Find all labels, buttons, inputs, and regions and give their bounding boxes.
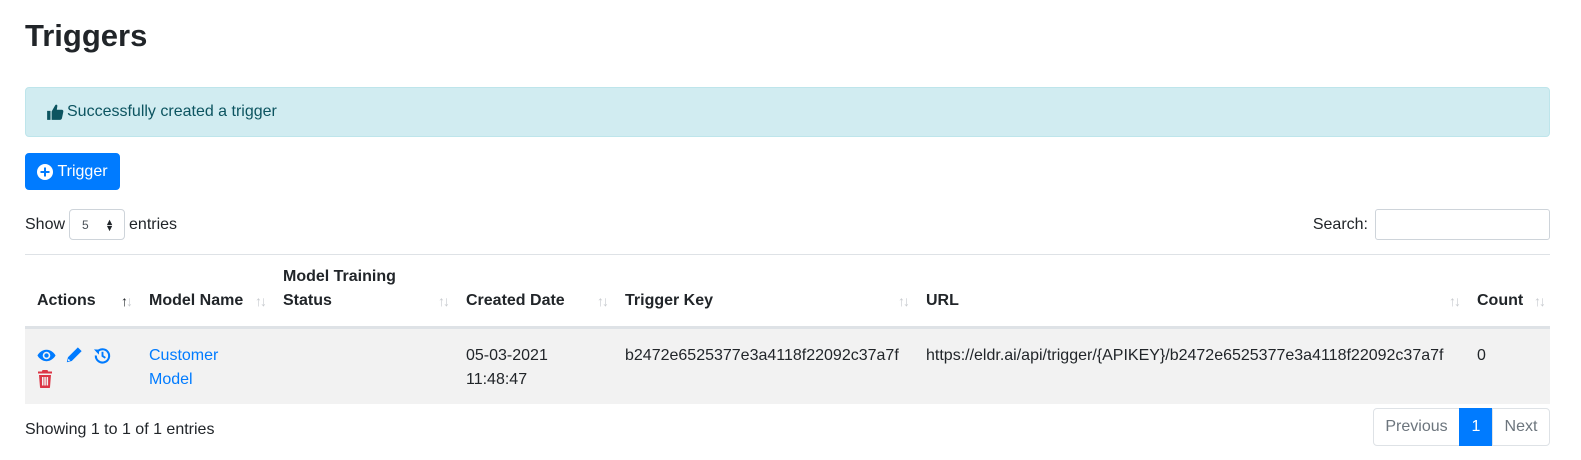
pagination-previous-button[interactable]: Previous — [1373, 408, 1460, 446]
sort-icon: ↑↓ — [121, 292, 133, 309]
search-label: Search: — [1312, 215, 1368, 233]
select-arrows-icon: ▲ ▼ — [105, 216, 115, 233]
add-trigger-label: Trigger — [57, 162, 108, 180]
actions-cell — [25, 327, 137, 404]
triggers-table: Actions ↑↓ Model Name ↑↓ Model Training … — [25, 255, 1550, 404]
show-label: Show — [25, 215, 66, 233]
add-trigger-button[interactable]: Trigger — [25, 153, 120, 190]
entries-per-page-select[interactable]: 5 ▲ ▼ — [69, 209, 126, 240]
table-row: Customer Model 05-03-2021 11:48:47 b2472… — [25, 327, 1550, 404]
trash-icon[interactable] — [37, 370, 54, 389]
entries-label: entries — [129, 215, 178, 233]
search-control: Search: — [1313, 209, 1550, 240]
sort-icon: ↑↓ — [1449, 292, 1461, 309]
model-name-cell: Customer Model — [137, 327, 271, 404]
table-header-row: Actions ↑↓ Model Name ↑↓ Model Training … — [25, 255, 1550, 329]
column-header-model-training-status[interactable]: Model Training Status ↑↓ — [271, 255, 454, 329]
history-icon[interactable] — [93, 346, 112, 365]
alert-message: Successfully created a trigger — [67, 103, 277, 120]
plus-circle-icon — [37, 163, 54, 180]
sort-icon: ↑↓ — [898, 292, 910, 309]
column-header-count[interactable]: Count ↑↓ — [1465, 255, 1550, 329]
triggers-table-container: Actions ↑↓ Model Name ↑↓ Model Training … — [25, 254, 1550, 404]
created-date-cell: 05-03-2021 11:48:47 — [454, 327, 613, 404]
trigger-key-cell: b2472e6525377e3a4118f22092c37a7f — [613, 327, 914, 404]
sort-icon: ↑↓ — [597, 292, 609, 309]
pagination-page-1[interactable]: 1 — [1459, 408, 1493, 446]
column-header-actions[interactable]: Actions ↑↓ — [25, 255, 137, 329]
pencil-icon[interactable] — [65, 346, 84, 365]
model-name-link[interactable]: Customer Model — [149, 347, 218, 388]
pagination-next-button[interactable]: Next — [1492, 408, 1550, 446]
pagination: Previous 1 Next — [1373, 408, 1550, 446]
column-header-url[interactable]: URL ↑↓ — [914, 255, 1465, 329]
search-input[interactable] — [1375, 209, 1550, 240]
column-header-trigger-key[interactable]: Trigger Key ↑↓ — [613, 255, 914, 329]
success-alert: Successfully created a trigger — [25, 87, 1550, 137]
entries-length-control: Show 5 ▲ ▼ entries — [25, 209, 177, 240]
count-cell: 0 — [1465, 327, 1550, 404]
page-title: Triggers — [25, 18, 148, 53]
column-header-model-name[interactable]: Model Name ↑↓ — [137, 255, 271, 329]
sort-icon: ↑↓ — [255, 292, 267, 309]
model-training-status-cell — [271, 327, 454, 404]
table-info: Showing 1 to 1 of 1 entries — [25, 421, 215, 438]
eye-icon[interactable] — [37, 346, 56, 365]
sort-icon: ↑↓ — [438, 292, 450, 309]
sort-icon: ↑↓ — [1534, 292, 1546, 309]
thumbs-up-icon — [46, 103, 64, 121]
url-cell: https://eldr.ai/api/trigger/{APIKEY}/b24… — [914, 327, 1465, 404]
column-header-created-date[interactable]: Created Date ↑↓ — [454, 255, 613, 329]
entries-per-page-value: 5 — [82, 217, 89, 232]
